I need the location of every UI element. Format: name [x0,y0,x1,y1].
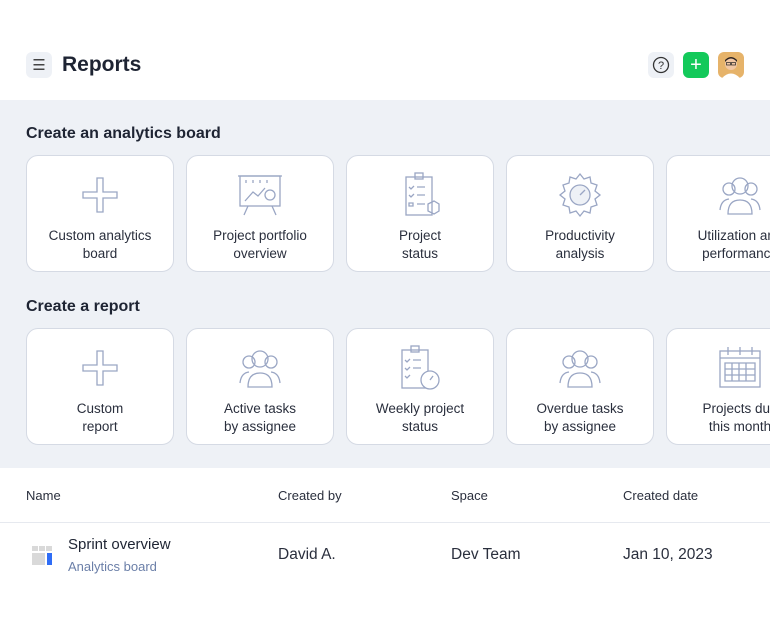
created-date-cell: Jan 10, 2023 [623,546,713,563]
template-card[interactable]: Projects due this month [666,328,770,445]
question-icon: ? [652,56,670,74]
gear-gauge-icon [558,172,602,218]
report-type: Analytics board [68,559,157,574]
card-label: Weekly project status [375,401,465,434]
card-label: Custom report [76,401,124,434]
column-header-created-date[interactable]: Created date [623,488,698,503]
clipboard-clock-icon [401,345,440,390]
template-card[interactable]: Project portfolio overview [186,155,334,272]
template-card[interactable]: Overdue tasks by assignee [506,328,654,445]
page-title: Reports [62,53,142,76]
template-card[interactable]: Weekly project status [346,328,494,445]
team-icon [559,350,601,388]
card-label: Overdue tasks by assignee [536,401,624,434]
reports-section-title: Create a report [26,298,140,315]
plus-icon [82,350,118,386]
avatar[interactable] [718,52,744,78]
plus-icon [82,177,118,213]
space-cell: Dev Team [451,546,521,563]
card-label: Active tasks by assignee [223,401,297,434]
card-label: Projects due this month [702,401,770,434]
hamburger-icon[interactable]: ☰ [26,52,52,78]
card-label: Project portfolio overview [213,228,307,261]
column-header-created-by[interactable]: Created by [278,488,342,503]
team-icon [239,350,281,388]
template-card[interactable]: Custom analytics board [26,155,174,272]
card-label: Productivity analysis [545,228,615,261]
card-label: Utilization and performance [697,228,770,261]
template-card[interactable]: Project status [346,155,494,272]
template-card[interactable]: Custom report [26,328,174,445]
analytics-cards: Custom analytics board Project portfolio … [26,155,770,272]
add-button[interactable]: + [683,52,709,78]
help-button[interactable]: ? [648,52,674,78]
analytics-board-icon [32,546,52,565]
report-cards: Custom report Active tasks by assignee Wee… [26,328,770,445]
templates-section: Create an analytics board Custom analyti… [0,100,770,468]
template-card[interactable]: Productivity analysis [506,155,654,272]
calendar-icon [719,347,761,388]
report-name[interactable]: Sprint overview [68,536,171,553]
presentation-chart-icon [238,175,282,216]
clipboard-checklist-icon [405,172,440,216]
header: ☰ Reports ? + [0,0,770,100]
column-header-space[interactable]: Space [451,488,488,503]
column-header-name[interactable]: Name [26,488,61,503]
divider [0,522,770,523]
template-card[interactable]: Active tasks by assignee [186,328,334,445]
analytics-section-title: Create an analytics board [26,125,221,142]
template-card[interactable]: Utilization and performance [666,155,770,272]
plus-icon: + [690,54,702,76]
svg-text:?: ? [658,60,664,72]
created-by-cell: David A. [278,546,336,563]
card-label: Project status [398,228,442,261]
team-icon [719,177,761,215]
card-label: Custom analytics board [48,228,152,261]
